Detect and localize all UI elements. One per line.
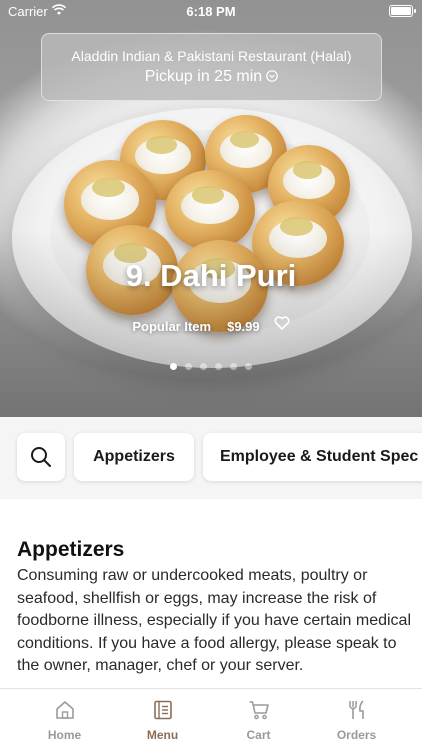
- carousel-dot[interactable]: [185, 363, 192, 370]
- carousel-dot[interactable]: [230, 363, 237, 370]
- tab-bar: Home Menu Cart Orders: [0, 688, 422, 751]
- pickup-selector[interactable]: Pickup in 25 min: [42, 68, 381, 86]
- category-chip-employee-student[interactable]: Employee & Student Spec: [203, 433, 422, 481]
- cart-icon: [249, 701, 269, 720]
- carousel-indicator[interactable]: [0, 357, 422, 375]
- tab-cart-label: Cart: [246, 728, 271, 742]
- section-title: Appetizers: [17, 538, 125, 561]
- chevron-down-icon: [266, 70, 278, 82]
- search-button[interactable]: [17, 433, 65, 481]
- heart-icon[interactable]: [274, 316, 290, 330]
- tab-home[interactable]: Home: [12, 689, 117, 751]
- carousel-dot[interactable]: [245, 363, 252, 370]
- tab-orders-label: Orders: [336, 728, 377, 742]
- dish-meta: Popular Item $9.99: [0, 316, 422, 334]
- popular-badge: Popular Item: [132, 319, 212, 335]
- carousel-dot[interactable]: [215, 363, 222, 370]
- clock: 6:18 PM: [186, 4, 236, 19]
- home-icon: [56, 701, 74, 719]
- restaurant-banner[interactable]: Aladdin Indian & Pakistani Restaurant (H…: [41, 33, 382, 101]
- category-chip-appetizers[interactable]: Appetizers: [74, 433, 194, 481]
- carousel-dot[interactable]: [170, 363, 177, 370]
- status-bar: Carrier 6:18 PM: [0, 0, 422, 22]
- tab-cart[interactable]: Cart: [206, 689, 311, 751]
- pickup-label: Pickup in 25 min: [144, 68, 263, 85]
- tab-home-label: Home: [47, 728, 82, 742]
- tab-menu-label: Menu: [146, 728, 179, 742]
- puri-food: [165, 170, 255, 250]
- restaurant-name: Aladdin Indian & Pakistani Restaurant (H…: [71, 48, 352, 64]
- tab-orders[interactable]: Orders: [304, 689, 409, 751]
- menu-icon: [154, 700, 172, 720]
- section-description: Consuming raw or undercooked meats, poul…: [17, 567, 411, 674]
- menu-content: Appetizers Consuming raw or undercooked …: [0, 499, 422, 688]
- orders-icon: [349, 700, 364, 719]
- carousel-dot[interactable]: [200, 363, 207, 370]
- dish-name: 9. Dahi Puri: [125, 258, 297, 293]
- battery-icon: [389, 5, 416, 17]
- dish-price: $9.99: [227, 319, 260, 335]
- search-icon: [31, 447, 51, 467]
- tab-menu[interactable]: Menu: [110, 689, 215, 751]
- category-bar: Appetizers Employee & Student Spec: [0, 417, 422, 499]
